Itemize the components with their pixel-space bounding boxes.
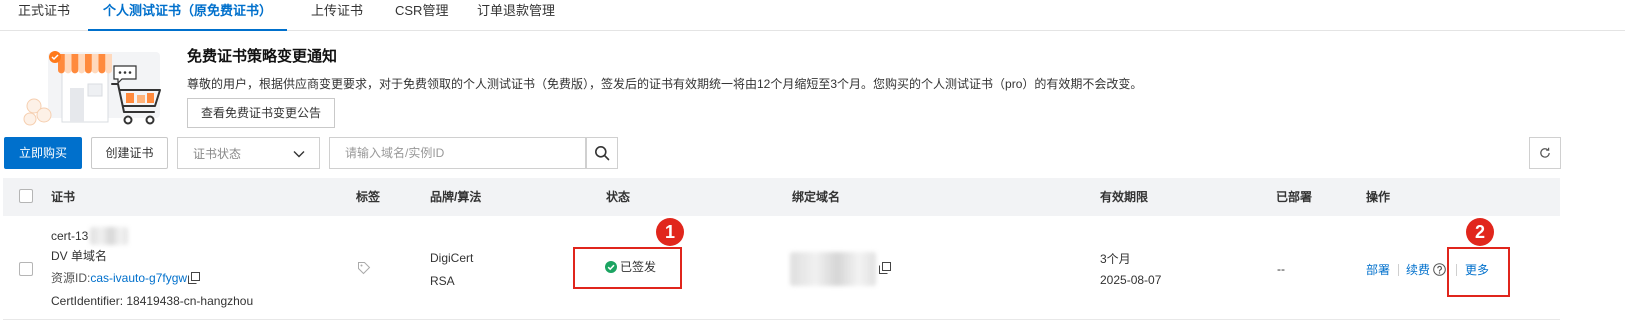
redacted-certificate-name [90,227,128,245]
copy-icon[interactable] [879,262,891,274]
deploy-link[interactable]: 部署 [1366,262,1390,278]
annotation-marker-1: 1 [656,218,684,246]
brand: DigiCert [430,251,474,265]
action-separator [1398,264,1399,276]
select-all-checkbox[interactable] [19,189,33,203]
notice-title: 免费证书策略变更通知 [187,48,338,65]
certificate-name[interactable]: cert-13 [51,228,88,244]
notice-description: 尊敬的用户，根据供应商变更要求，对于免费领取的个人测试证书（免费版），签发后的证… [187,77,1143,91]
certificate-type: DV 单域名 [51,249,108,263]
tab-order-refund-management[interactable]: 订单退款管理 [462,0,570,31]
help-icon[interactable] [1433,263,1446,276]
search-button[interactable] [586,137,618,169]
tab-upload-certificate[interactable]: 上传证书 [296,0,378,31]
chevron-down-icon [293,151,305,158]
annotation-marker-2: 2 [1466,218,1494,246]
search-input[interactable] [329,137,586,169]
column-header-deployed: 已部署 [1276,190,1313,204]
refresh-button[interactable] [1529,137,1561,169]
resource-id: 资源ID:cas-ivauto-g7fygw [51,270,187,286]
column-header-bound-domain: 绑定域名 [792,190,841,204]
tab-csr-management[interactable]: CSR管理 [380,0,463,31]
column-header-actions: 操作 [1366,190,1391,204]
tab-personal-test-certificates[interactable]: 个人测试证书（原免费证书） [88,0,288,31]
column-header-brand-algorithm: 品牌/算法 [430,190,482,204]
table-header [3,178,1560,216]
search-icon [595,146,610,161]
resource-id-link[interactable]: cas-ivauto-g7fygw [90,271,187,285]
cert-identifier: CertIdentifier: 18419438-cn-hangzhou [51,294,254,308]
redacted-bound-domain [790,252,876,286]
validity-period: 3个月 [1100,252,1131,266]
more-highlight-box [1447,247,1510,297]
column-header-status: 状态 [606,190,631,204]
tab-formal-certificates[interactable]: 正式证书 [3,0,85,31]
row-checkbox[interactable] [19,262,33,276]
store-cart-illustration [23,51,161,126]
copy-icon[interactable] [188,272,200,284]
column-header-validity: 有效期限 [1100,190,1149,204]
refresh-icon [1540,147,1550,158]
status-badge: 已签发 [620,260,657,274]
column-header-tags: 标签 [356,190,381,204]
buy-now-button[interactable]: 立即购买 [4,137,82,169]
view-announcement-button[interactable]: 查看免费证书变更公告 [187,98,335,128]
renew-link[interactable]: 续费 [1406,262,1430,278]
resource-id-label: 资源ID: [51,271,91,285]
tag-icon[interactable] [357,261,371,275]
deployed-value: -- [1277,262,1285,276]
create-certificate-button[interactable]: 创建证书 [91,137,168,169]
column-header-certificate: 证书 [51,190,76,204]
expiry-date: 2025-08-07 [1100,273,1162,287]
certificate-status-select[interactable]: 证书状态 [177,137,320,169]
check-circle-icon [605,261,617,273]
algorithm: RSA [430,274,455,288]
certificate-status-select-value: 证书状态 [193,147,242,161]
